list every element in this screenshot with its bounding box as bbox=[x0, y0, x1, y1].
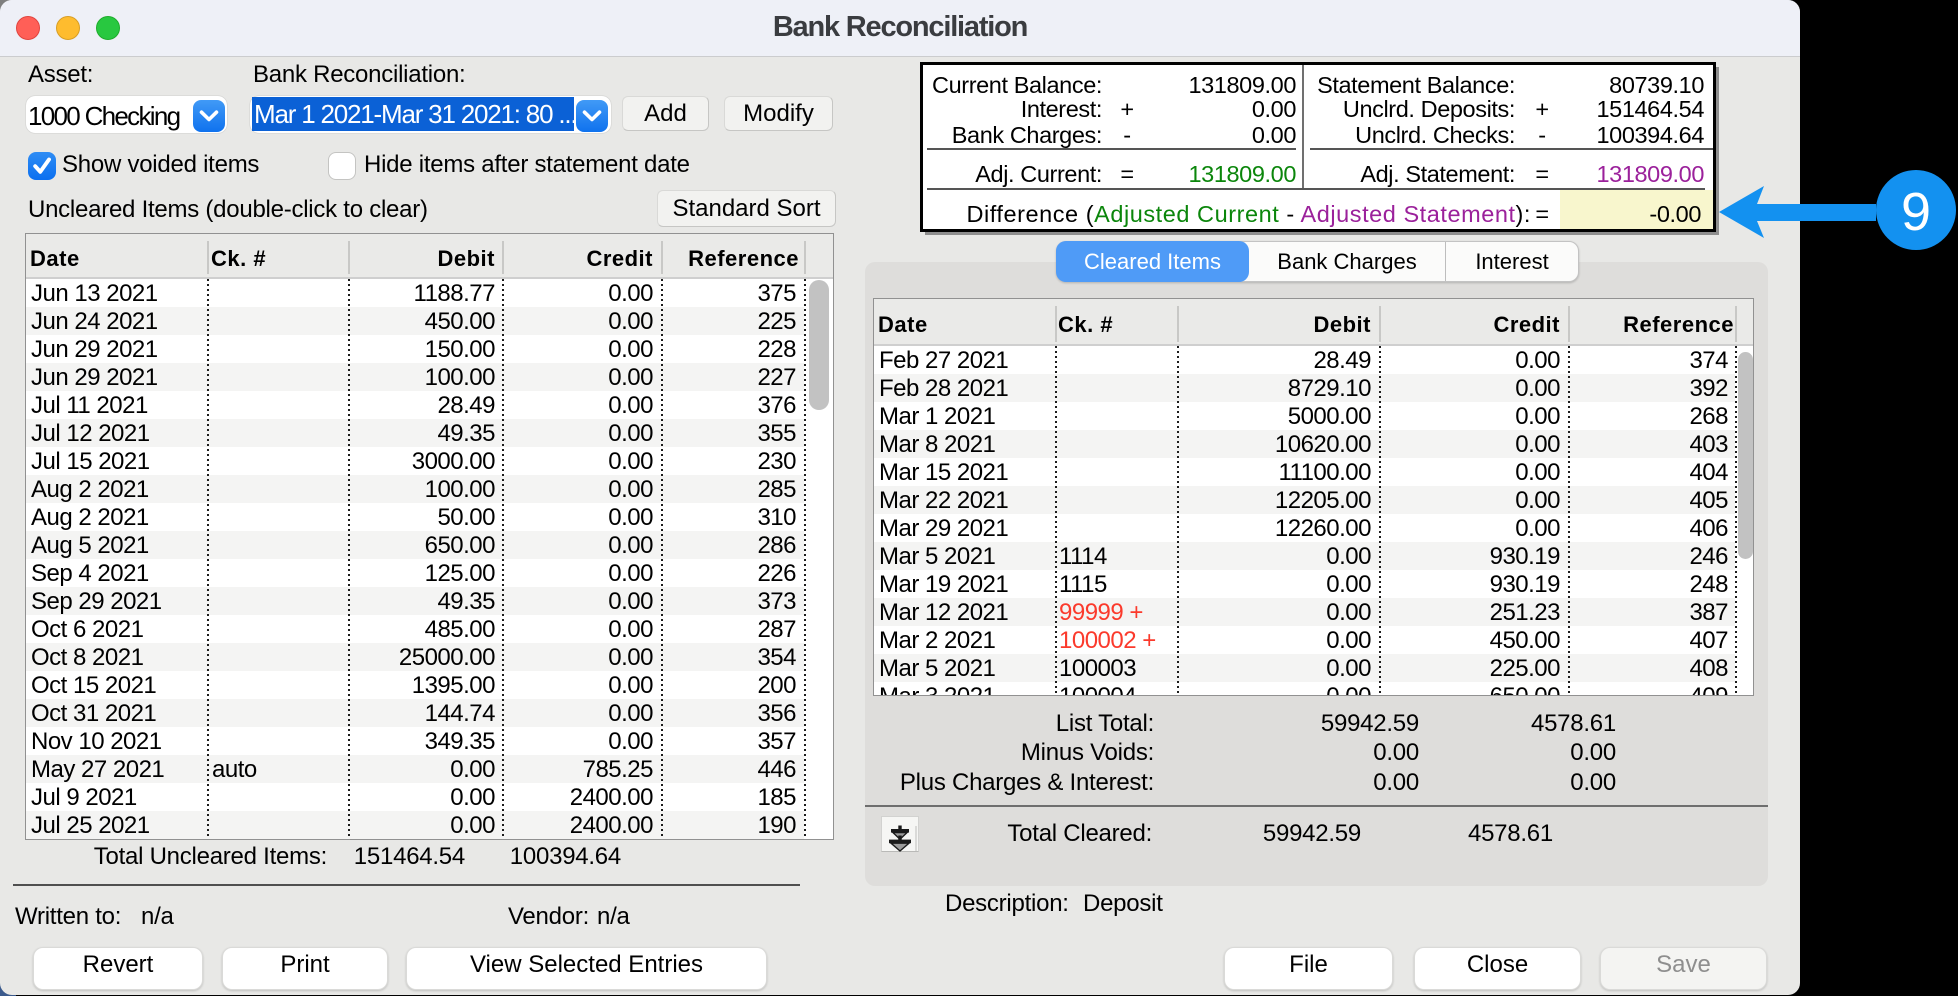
svg-text:9: 9 bbox=[1901, 182, 1931, 242]
